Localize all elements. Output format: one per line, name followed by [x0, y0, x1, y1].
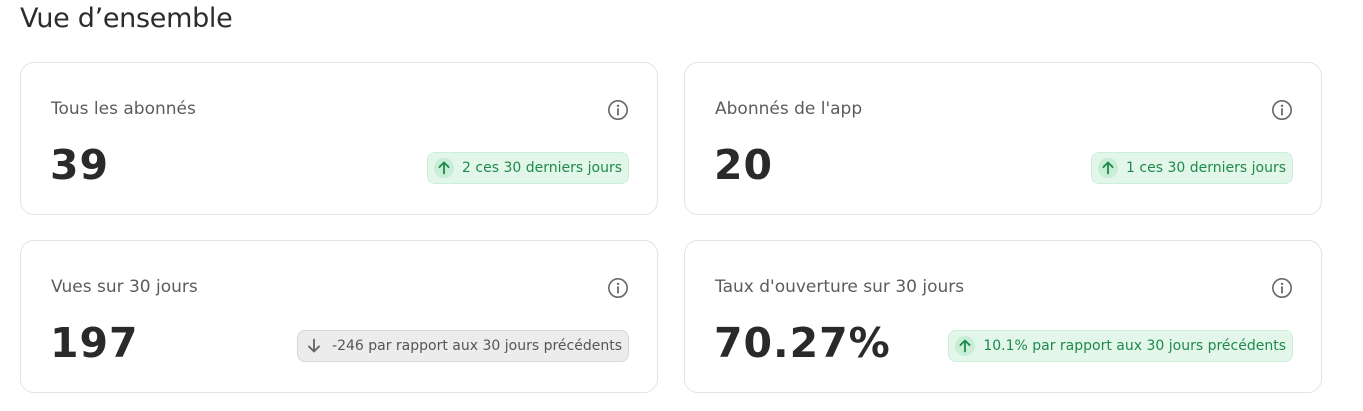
info-icon[interactable]: [607, 277, 629, 299]
arrow-up-icon: [433, 157, 455, 179]
info-icon[interactable]: [1271, 99, 1293, 121]
stat-card-label: Tous les abonnés: [51, 99, 196, 119]
arrow-up-icon: [1097, 157, 1119, 179]
stat-card-value: 39: [50, 141, 110, 189]
stat-card-value: 70.27%: [714, 319, 891, 367]
trend-text: 2 ces 30 derniers jours: [462, 160, 622, 176]
stat-card-value: 197: [50, 319, 139, 367]
trend-text: 10.1% par rapport aux 30 jours précédent…: [983, 338, 1286, 354]
trend-badge: -246 par rapport aux 30 jours précédents: [297, 330, 629, 362]
stat-card-label: Taux d'ouverture sur 30 jours: [715, 277, 965, 297]
trend-text: -246 par rapport aux 30 jours précédents: [332, 338, 622, 354]
trend-text: 1 ces 30 derniers jours: [1126, 160, 1286, 176]
stat-card-open-rate-30-days: Taux d'ouverture sur 30 jours 70.27% 10.…: [684, 240, 1322, 393]
trend-badge: 1 ces 30 derniers jours: [1091, 152, 1293, 184]
page-title: Vue d’ensemble: [20, 3, 233, 34]
stat-card-total-subscribers: Tous les abonnés 39 2 ces 30 derniers jo…: [20, 62, 658, 215]
info-icon[interactable]: [607, 99, 629, 121]
arrow-up-icon: [955, 335, 976, 357]
stat-card-label: Abonnés de l'app: [715, 99, 863, 119]
stat-card-label: Vues sur 30 jours: [51, 277, 198, 297]
stat-card-views-30-days: Vues sur 30 jours 197 -246 par rapport a…: [20, 240, 658, 393]
stat-card-value: 20: [714, 141, 774, 189]
stat-card-app-subscribers: Abonnés de l'app 20 1 ces 30 derniers jo…: [684, 62, 1322, 215]
info-icon[interactable]: [1271, 277, 1293, 299]
trend-badge: 2 ces 30 derniers jours: [427, 152, 629, 184]
arrow-down-icon: [308, 338, 320, 353]
trend-badge: 10.1% par rapport aux 30 jours précédent…: [948, 330, 1293, 362]
